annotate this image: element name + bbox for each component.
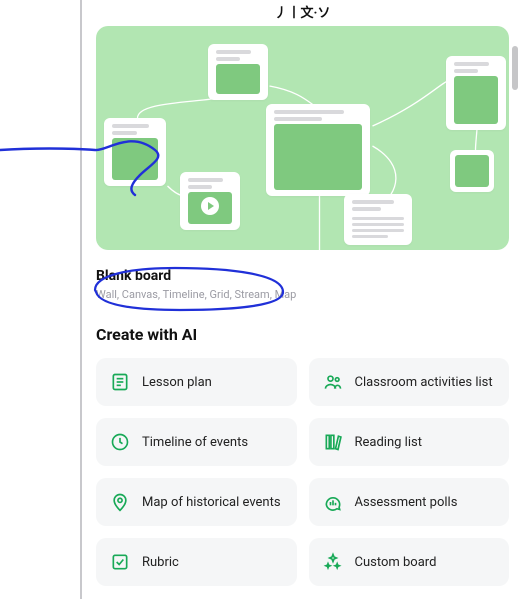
option-map-historical[interactable]: Map of historical events	[96, 478, 297, 526]
play-icon	[201, 197, 219, 215]
document-list-icon	[110, 372, 130, 392]
option-label: Assessment polls	[355, 495, 458, 510]
option-classroom-activities[interactable]: Classroom activities list	[309, 358, 510, 406]
map-pin-icon	[110, 492, 130, 512]
blank-board-preview[interactable]	[96, 26, 509, 250]
option-label: Map of historical events	[142, 495, 281, 510]
ai-template-grid: Lesson plan Classroom activities list Ti…	[96, 358, 509, 586]
preview-card	[104, 118, 166, 186]
checkbox-icon	[110, 552, 130, 572]
option-lesson-plan[interactable]: Lesson plan	[96, 358, 297, 406]
preview-card-video	[180, 172, 240, 230]
header-logo-text: 丿丨文·ソ	[96, 0, 509, 22]
books-icon	[323, 432, 343, 452]
option-label: Classroom activities list	[355, 375, 493, 390]
option-reading-list[interactable]: Reading list	[309, 418, 510, 466]
preview-card-text	[344, 194, 412, 245]
sparkles-icon	[323, 552, 343, 572]
create-with-ai-heading: Create with AI	[96, 325, 509, 344]
preview-card	[266, 104, 370, 196]
option-label: Reading list	[355, 435, 422, 450]
poll-icon	[323, 492, 343, 512]
blank-board-subtitle: Wall, Canvas, Timeline, Grid, Stream, Ma…	[96, 288, 509, 301]
panel-divider	[80, 0, 82, 599]
option-assessment-polls[interactable]: Assessment polls	[309, 478, 510, 526]
option-custom-board[interactable]: Custom board	[309, 538, 510, 586]
modal-content: 丿丨文·ソ Blank board Wall, Canvas, Timeline…	[96, 0, 509, 599]
option-label: Rubric	[142, 555, 179, 570]
preview-card	[208, 44, 268, 100]
blank-board-title[interactable]: Blank board	[96, 268, 509, 284]
preview-card	[450, 150, 494, 192]
option-label: Lesson plan	[142, 375, 212, 390]
option-rubric[interactable]: Rubric	[96, 538, 297, 586]
preview-card	[446, 56, 506, 130]
option-label: Custom board	[355, 555, 437, 570]
option-label: Timeline of events	[142, 435, 248, 450]
clock-icon	[110, 432, 130, 452]
option-timeline[interactable]: Timeline of events	[96, 418, 297, 466]
people-icon	[323, 372, 343, 392]
scrollbar-thumb[interactable]	[512, 46, 518, 90]
